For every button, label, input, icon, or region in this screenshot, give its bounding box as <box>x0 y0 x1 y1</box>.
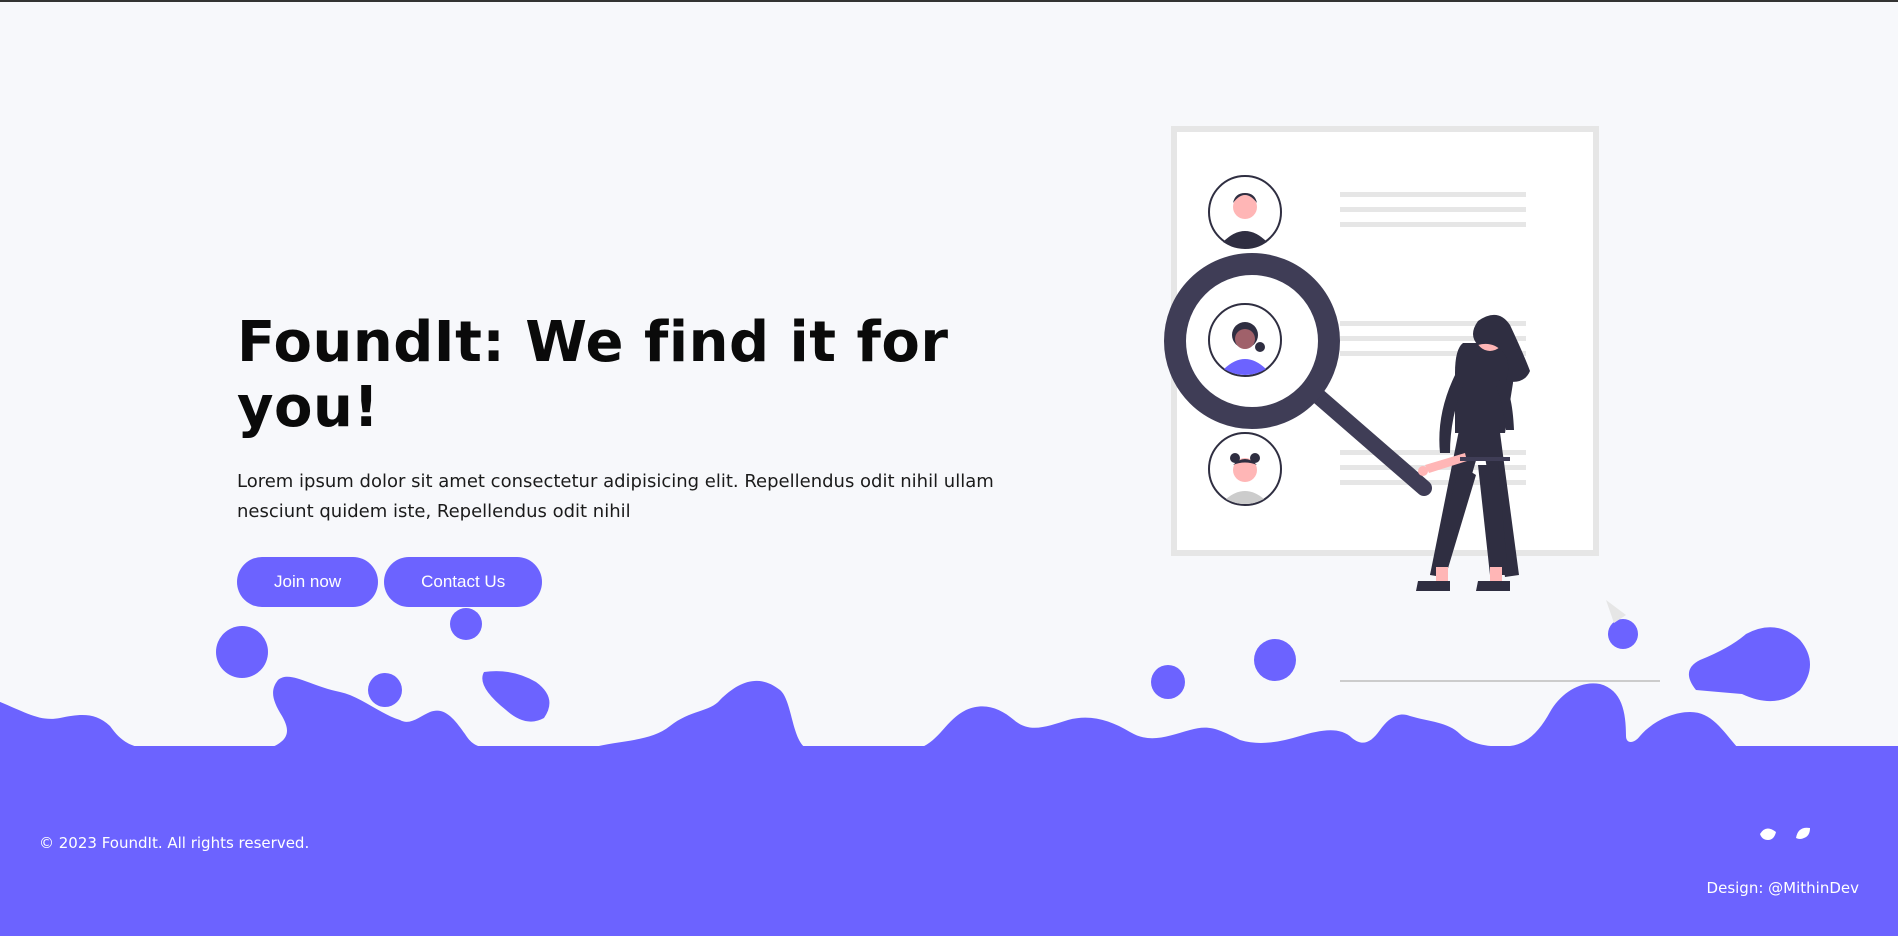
social-icons <box>1758 824 1814 842</box>
avatar-woman-icon <box>1208 303 1282 377</box>
copyright-text: © 2023 FoundIt. All rights reserved. <box>39 834 310 852</box>
footer-wave <box>0 600 1898 750</box>
hero-title: FoundIt: We find it for you! <box>237 310 949 440</box>
avatar-man-icon <box>1208 175 1282 249</box>
social-icon-right[interactable] <box>1792 824 1814 842</box>
hero-section: FoundIt: We find it for you! Lorem ipsum… <box>237 310 1017 607</box>
social-icon-left[interactable] <box>1758 824 1780 842</box>
design-credit: Design: @MithinDev <box>1706 879 1859 897</box>
top-border <box>0 0 1898 2</box>
avatar-girl-icon <box>1208 432 1282 506</box>
hero-description: Lorem ipsum dolor sit amet consectetur a… <box>237 471 994 522</box>
